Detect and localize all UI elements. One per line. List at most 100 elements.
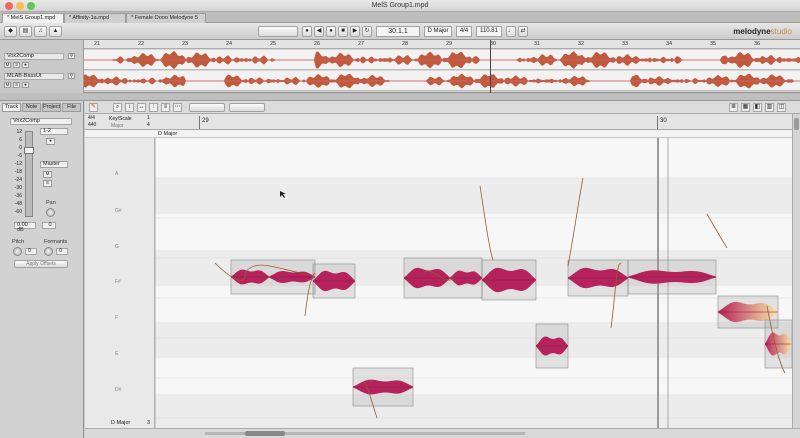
formants-label: Formants bbox=[44, 239, 68, 245]
tab-file[interactable]: File bbox=[62, 103, 81, 112]
amplitude-tool-icon[interactable]: ⫶ bbox=[149, 103, 158, 112]
play-button[interactable]: ▶ bbox=[350, 26, 360, 37]
overview-bar-label: 23 bbox=[182, 41, 189, 47]
document-tab-1[interactable]: * MelS Group1.mpd bbox=[2, 13, 64, 23]
separation-tool-icon[interactable]: ≡ bbox=[161, 103, 170, 112]
pitch-ruler[interactable]: D Major 3 A G# G F# F E D# bbox=[85, 138, 155, 428]
overview-waveform bbox=[84, 73, 800, 89]
window-titlebar: MelS Group1.mpd bbox=[0, 0, 800, 12]
track-name[interactable]: MLAB-BassUt bbox=[4, 73, 64, 80]
tab-note[interactable]: Note bbox=[22, 103, 41, 112]
track-list: Vox2Comp M S ● ⚲ MLAB-BassUt M S ● ⚲ bbox=[0, 40, 84, 93]
track-name-field[interactable]: Vox2Comp bbox=[10, 118, 72, 125]
ruler-index-2: 4 bbox=[147, 122, 150, 128]
view-option-icon[interactable]: ▥ bbox=[765, 103, 774, 112]
record-enable-button[interactable]: ● bbox=[22, 82, 29, 88]
sync-button[interactable]: ⇄ bbox=[518, 26, 528, 37]
overview-waveform bbox=[84, 51, 800, 69]
panel-separator[interactable] bbox=[0, 93, 800, 101]
tool-mode-button-2[interactable]: ▤ bbox=[19, 26, 32, 37]
pitch-knob[interactable] bbox=[13, 247, 22, 256]
overview-lane-vox[interactable] bbox=[84, 50, 800, 70]
input-select[interactable]: 1-2 bbox=[40, 128, 68, 135]
pitch-row-shade bbox=[155, 322, 792, 358]
record-arm-button[interactable]: ● bbox=[302, 26, 312, 37]
solo-button[interactable]: S bbox=[13, 82, 20, 88]
rewind-button[interactable]: ◀ bbox=[314, 26, 324, 37]
formants-value[interactable]: 0 bbox=[56, 248, 68, 255]
toolbar-dropdown[interactable] bbox=[258, 26, 298, 37]
zoom-tool-icon[interactable]: ⌕ bbox=[113, 103, 122, 112]
pitch-row-label: G bbox=[115, 244, 119, 250]
view-option-icon[interactable]: ▦ bbox=[741, 103, 750, 112]
level-meter bbox=[25, 131, 33, 217]
note-editor-grid[interactable] bbox=[155, 138, 792, 428]
volume-fader-handle[interactable] bbox=[24, 147, 34, 154]
record-button[interactable]: ● bbox=[326, 26, 336, 37]
key-scale-lane[interactable]: Key/Scale Major D Major bbox=[85, 116, 800, 138]
pitch-value[interactable]: 0 bbox=[25, 248, 37, 255]
tab-project[interactable]: Project bbox=[42, 103, 61, 112]
time-tool-icon[interactable]: ↔ bbox=[137, 103, 146, 112]
loop-button[interactable]: ↻ bbox=[362, 26, 372, 37]
track-header[interactable]: Vox2Comp M S ● ⚲ bbox=[2, 52, 82, 72]
overview-lane-bass[interactable] bbox=[84, 71, 800, 91]
track-link-icon[interactable]: ⚲ bbox=[68, 53, 75, 59]
overview-bar-label: 32 bbox=[578, 41, 585, 47]
meter-scale-label: 12 bbox=[16, 129, 22, 135]
document-tab-2[interactable]: * Affinity-1a.mpd bbox=[64, 13, 126, 23]
tool-mode-button-3[interactable]: ♫ bbox=[34, 26, 47, 37]
solo-button[interactable]: S bbox=[43, 180, 52, 187]
transport-tempo[interactable]: 110.81 bbox=[476, 26, 502, 37]
apply-offsets-button[interactable]: Apply Offsets bbox=[14, 260, 68, 268]
brand-logo: melodynestudio bbox=[733, 27, 792, 36]
tab-track[interactable]: Track bbox=[2, 103, 21, 112]
pitch-row-label: F# bbox=[115, 279, 121, 285]
transport-key[interactable]: D Major bbox=[424, 26, 452, 37]
pitch-tool-icon[interactable]: ↕ bbox=[125, 103, 134, 112]
solo-button[interactable]: S bbox=[13, 62, 20, 68]
main-tool-icon[interactable]: ✎ bbox=[89, 103, 98, 112]
view-option-icon[interactable]: ≣ bbox=[729, 103, 738, 112]
meter-scale-label: -30 bbox=[14, 185, 22, 191]
overview-bar-label: 34 bbox=[666, 41, 673, 47]
track-link-icon[interactable]: ⚲ bbox=[68, 73, 75, 79]
formants-knob[interactable] bbox=[44, 247, 53, 256]
scroll-thumb[interactable] bbox=[245, 431, 285, 436]
mute-button[interactable]: M bbox=[43, 171, 52, 178]
overview-bar-label: 36 bbox=[754, 41, 761, 47]
stop-button[interactable]: ■ bbox=[338, 26, 348, 37]
view-option-icon[interactable]: ◫ bbox=[777, 103, 786, 112]
overview-bar-label: 26 bbox=[314, 41, 321, 47]
mute-button[interactable]: M bbox=[4, 82, 11, 88]
transport-position[interactable]: 30.1.1 bbox=[376, 26, 420, 37]
mute-button[interactable]: M bbox=[4, 62, 11, 68]
document-tab-3[interactable]: * Female Oooo Melodyne 5 bbox=[126, 13, 206, 23]
pan-knob[interactable] bbox=[46, 208, 55, 217]
volume-value[interactable]: 0.00 dB bbox=[14, 222, 36, 233]
track-header[interactable]: MLAB-BassUt M S ● ⚲ bbox=[2, 72, 82, 92]
tool-option-field[interactable] bbox=[189, 103, 225, 112]
tool-mode-button[interactable]: ◆ bbox=[4, 26, 17, 37]
vertical-scrollbar[interactable] bbox=[792, 114, 800, 428]
output-select[interactable]: Master bbox=[40, 161, 68, 168]
overview-bar-label: 22 bbox=[138, 41, 145, 47]
tool-mode-button-4[interactable]: ▲ bbox=[49, 26, 62, 37]
overview-ruler[interactable]: 21 22 23 24 25 26 27 28 29 30 31 32 33 34 35 36 bbox=[84, 40, 800, 49]
metronome-button[interactable]: ♩ bbox=[506, 26, 516, 37]
meter-scale-label: -36 bbox=[14, 193, 22, 199]
meter-scale-label: -48 bbox=[14, 201, 22, 207]
record-enable-button[interactable]: ● bbox=[46, 138, 55, 145]
view-option-icon[interactable]: ◧ bbox=[753, 103, 762, 112]
ruler-tick bbox=[657, 116, 658, 129]
track-name[interactable]: Vox2Comp bbox=[4, 53, 64, 60]
record-enable-button[interactable]: ● bbox=[22, 62, 29, 68]
key-scale-header: Key/Scale bbox=[109, 116, 132, 122]
pan-value[interactable]: 0 bbox=[42, 222, 56, 229]
format-tool-icon[interactable]: ⋯ bbox=[173, 103, 182, 112]
transport-meter[interactable]: 4/4 bbox=[456, 26, 472, 37]
pitch-row-label: D# bbox=[115, 387, 122, 393]
scroll-thumb[interactable] bbox=[794, 118, 799, 130]
tool-option-field-2[interactable] bbox=[229, 103, 265, 112]
editor-ruler[interactable]: 4/4 440 1 4 29 30 bbox=[85, 114, 800, 130]
